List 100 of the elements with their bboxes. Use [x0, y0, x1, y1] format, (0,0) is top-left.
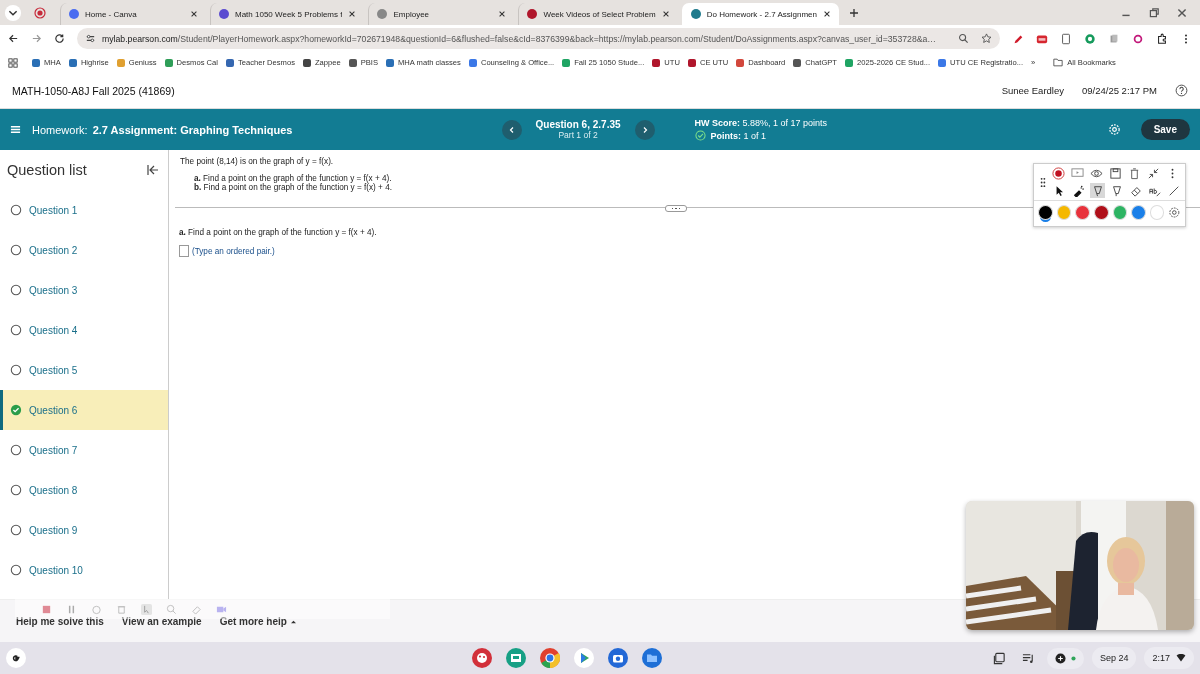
collapse-icon[interactable] — [1147, 167, 1160, 180]
settings-icon[interactable] — [1168, 206, 1181, 219]
help-link[interactable]: View an example — [121, 615, 202, 627]
folder-icon[interactable] — [642, 648, 663, 668]
zoom-icon[interactable] — [958, 33, 969, 44]
site-icon — [219, 9, 229, 19]
answer-field[interactable] — [179, 245, 189, 257]
help-icon[interactable] — [1175, 84, 1188, 97]
hw-score: HW Score: 5.88%, 1 of 17 points — [694, 118, 828, 128]
user-name[interactable]: Sunee Eardley — [1001, 85, 1064, 96]
puzzle-icon[interactable] — [1156, 32, 1168, 45]
record-icon[interactable] — [1052, 167, 1065, 180]
more-help-link[interactable]: Get more help — [219, 615, 297, 627]
palette-icon[interactable] — [472, 648, 493, 668]
status-pill[interactable] — [1046, 647, 1084, 669]
status-dot — [1070, 655, 1076, 661]
previous-question-button[interactable] — [501, 119, 522, 140]
annotation-tool[interactable] — [1071, 183, 1086, 198]
eye-icon[interactable] — [1090, 167, 1103, 180]
tab-title: Employee — [393, 9, 431, 19]
extension-icon[interactable] — [1132, 32, 1144, 45]
launcher-icon[interactable] — [6, 648, 26, 668]
restore-icon[interactable] — [1148, 6, 1160, 19]
close-icon[interactable] — [1176, 6, 1188, 19]
color-swatch[interactable] — [1112, 205, 1128, 220]
question-item[interactable]: Question 4 — [0, 310, 168, 350]
question-text: The point (8,14) is on the graph of y = f(x). — [180, 157, 334, 166]
taskbar-time: 2:17 — [1152, 653, 1170, 663]
folder-icon — [1053, 58, 1064, 67]
close-icon[interactable] — [822, 10, 831, 18]
status-area[interactable]: 2:17 — [1144, 647, 1194, 669]
close-icon[interactable] — [348, 10, 357, 18]
extension-icon[interactable] — [1060, 32, 1072, 45]
tab-search-icon[interactable] — [4, 3, 22, 22]
resize-handle[interactable] — [665, 205, 687, 212]
menu-icon[interactable] — [10, 124, 21, 135]
question-item[interactable]: Question 10 — [0, 550, 168, 590]
close-icon[interactable] — [661, 10, 670, 18]
highlighter-icon — [1091, 184, 1104, 197]
question-number: Question 6, 2.7.35 — [535, 119, 621, 130]
laser-icon — [1072, 184, 1085, 197]
line-icon — [1167, 184, 1180, 197]
answer-prompt: a. Find a point on the graph of the function y = f(x + 4). — [178, 228, 377, 237]
browser-tab[interactable]: Do Homework - 2.7 Assignmen — [681, 3, 839, 25]
question-item[interactable]: Question 8 — [0, 470, 168, 510]
close-icon[interactable] — [498, 10, 507, 18]
question-part-text: b. Find a point on the graph of the function y = f(x) + 4. — [193, 183, 392, 192]
question-item[interactable]: Question 3 — [0, 270, 168, 310]
question-item[interactable]: Question 7 — [0, 430, 168, 470]
course-title: MATH-1050-A8J Fall 2025 (41869) — [12, 84, 175, 97]
save-icon[interactable] — [1109, 167, 1122, 180]
question-part: Part 1 of 2 — [558, 130, 598, 140]
apps-icon[interactable] — [8, 57, 18, 68]
help-link[interactable]: Help me solve this — [16, 615, 104, 627]
date-time: 09/24/25 2:17 PM — [1082, 85, 1157, 96]
question-item[interactable]: Question 9 — [0, 510, 168, 550]
star-icon[interactable] — [981, 33, 992, 44]
question-item[interactable]: Question 2 — [0, 230, 168, 270]
save-button[interactable]: Save — [1140, 119, 1190, 140]
tab-title: Math 1050 Week 5 Problems f — [235, 9, 343, 19]
record-icon[interactable] — [34, 6, 46, 19]
add-icon — [1054, 652, 1066, 664]
site-icon — [69, 9, 79, 19]
close-icon[interactable] — [190, 10, 198, 18]
trash-icon[interactable] — [1128, 167, 1141, 180]
drag-handle[interactable] — [1040, 177, 1046, 188]
play-store-icon[interactable] — [574, 648, 595, 668]
chrome-icon[interactable] — [540, 648, 561, 668]
extension-icon[interactable] — [1108, 32, 1120, 45]
chevron-left-icon — [507, 125, 516, 134]
desk-icon[interactable] — [992, 651, 1006, 665]
color-swatch[interactable] — [1149, 205, 1165, 220]
color-swatch[interactable] — [1131, 205, 1146, 220]
assignment-title: 2.7 Assignment: Graphing Techniques — [92, 123, 293, 136]
question-item[interactable]: Question 1 — [0, 190, 168, 230]
eraser-icon — [1129, 184, 1142, 197]
question-item[interactable]: Question 6 — [0, 390, 168, 430]
classroom-icon[interactable] — [506, 648, 527, 668]
points: Points: 1 of 1 — [710, 130, 767, 141]
collapse-icon[interactable] — [146, 163, 160, 177]
next-question-button[interactable] — [634, 119, 655, 140]
camera-icon[interactable] — [608, 648, 629, 668]
marker-icon — [1110, 184, 1123, 197]
extension-icon[interactable] — [1084, 32, 1096, 45]
playlist-icon[interactable] — [1021, 651, 1035, 665]
question-item[interactable]: Question 5 — [0, 350, 168, 390]
answer-hint: (Type an ordered pair.) — [192, 246, 275, 256]
color-swatch[interactable] — [1093, 205, 1109, 220]
color-swatch[interactable] — [1056, 205, 1072, 220]
taskbar-date[interactable]: Sep 24 — [1091, 647, 1137, 669]
reload-icon[interactable] — [54, 33, 65, 44]
back-icon[interactable] — [8, 33, 19, 44]
check-circle-icon — [694, 130, 706, 141]
site-settings-icon[interactable] — [85, 33, 96, 44]
color-swatch[interactable] — [1075, 205, 1090, 220]
address-field[interactable]: mylab.pearson.com/Student/PlayerHomework.aspx?homeworkId=702671948&questionId=6&flushed=false&cId=8376399&back=https://mylab.pearson.com/Student/DoAssignments.aspx?canvas_user_id=353728&a… — [77, 28, 1000, 49]
forward-icon[interactable] — [31, 33, 42, 44]
site-icon — [527, 9, 538, 19]
plus-icon[interactable] — [848, 7, 859, 18]
color-swatch[interactable] — [1038, 205, 1053, 220]
